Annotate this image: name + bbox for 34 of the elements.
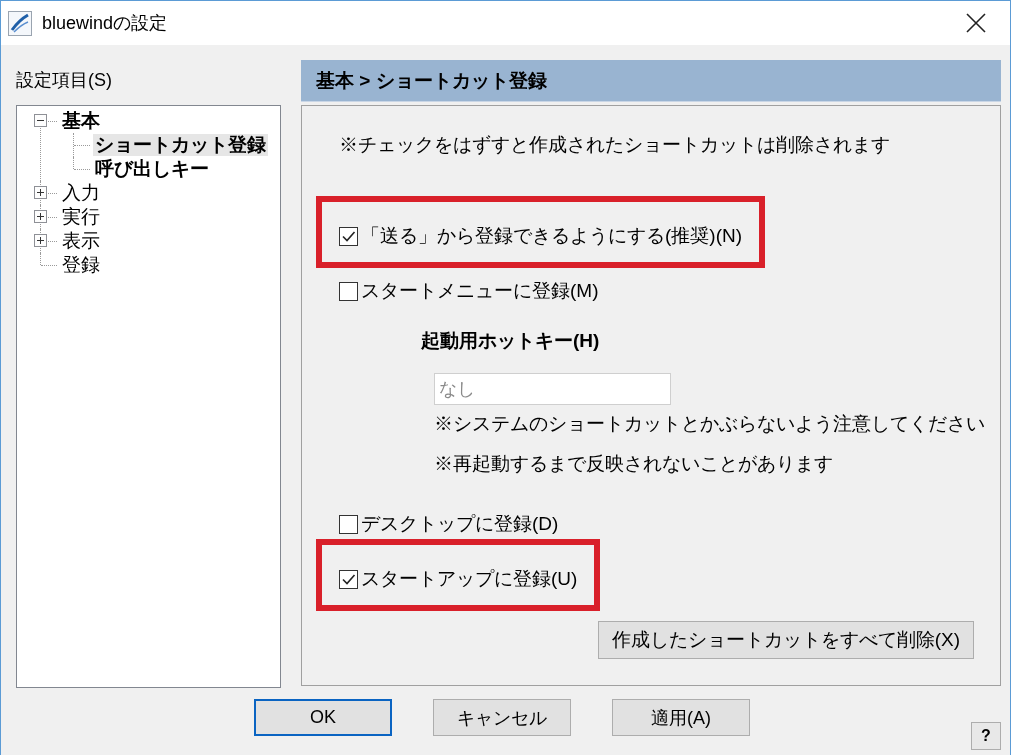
tree-item[interactable]: 実行	[60, 206, 102, 228]
tree-label: 設定項目(S)	[16, 69, 112, 92]
breadcrumb-title: 基本 > ショートカット登録	[316, 68, 547, 93]
checkbox[interactable]	[339, 514, 358, 534]
hotkey-heading: 起動用ホットキー(H)	[421, 329, 600, 353]
tree-item[interactable]: 基本	[60, 110, 102, 132]
tree-item[interactable]: 登録	[60, 254, 102, 276]
checkbox[interactable]	[339, 569, 358, 589]
dialog-button[interactable]: OK	[254, 699, 392, 736]
window-title: bluewindの設定	[42, 12, 168, 35]
close-button[interactable]	[966, 13, 986, 33]
tree-item[interactable]: 呼び出しキー	[93, 158, 211, 180]
note-text: ※再起動するまで反映されないことがあります	[434, 452, 833, 476]
tree-item[interactable]: ショートカット登録	[93, 134, 268, 156]
minus-box-icon[interactable]	[34, 114, 47, 127]
plus-box-icon[interactable]	[34, 186, 47, 199]
close-icon	[966, 13, 986, 33]
checkbox[interactable]	[339, 226, 358, 246]
plus-box-icon[interactable]	[34, 210, 47, 223]
tree-item[interactable]: 入力	[60, 182, 102, 204]
delete-shortcuts-button[interactable]: 作成したショートカットをすべて削除(X)	[597, 621, 974, 659]
checkbox-label[interactable]: スタートアップに登録(U)	[361, 567, 578, 591]
checkbox-label[interactable]: 「送る」から登録できるようにする(推奨)(N)	[361, 224, 743, 248]
dialog-button[interactable]: 適用(A)	[612, 699, 750, 736]
plus-box-icon[interactable]	[34, 234, 47, 247]
dialog-button[interactable]: キャンセル	[433, 699, 571, 736]
tree-item[interactable]: 表示	[60, 230, 102, 252]
note-text: ※システムのショートカットとかぶらないよう注意してください	[434, 412, 985, 436]
checkbox-label[interactable]: デスクトップに登録(D)	[361, 512, 559, 536]
help-button[interactable]: ?	[971, 722, 1001, 750]
checkbox[interactable]	[339, 281, 358, 301]
checkbox-label[interactable]: スタートメニューに登録(M)	[361, 279, 599, 303]
notice-text: ※チェックをはずすと作成されたショートカットは削除されます	[339, 133, 890, 157]
logo-icon	[8, 10, 32, 36]
